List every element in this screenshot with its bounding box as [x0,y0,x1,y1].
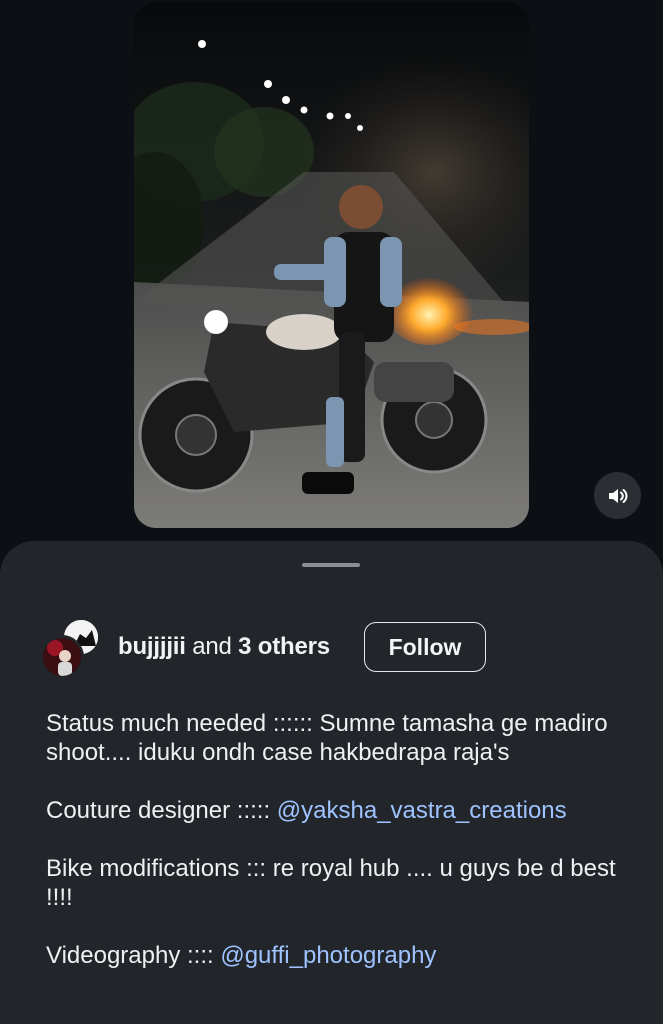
caption-text: Status much needed :::::: Sumne tamasha … [46,710,608,766]
owner-others[interactable]: 3 others [238,633,330,660]
collab-avatars[interactable] [40,617,104,679]
sound-toggle-button[interactable] [594,472,641,519]
drag-handle[interactable] [302,563,360,567]
follow-button[interactable]: Follow [364,622,486,672]
caption-line-status: Status much needed :::::: Sumne tamasha … [46,709,636,767]
caption-text: Videography :::: [46,942,221,969]
owner-join-text: and [192,633,232,660]
caption-line-bike: Bike modifications ::: re royal hub ....… [46,854,636,912]
caption-text: Couture designer ::::: [46,797,277,824]
caption-line-couture: Couture designer ::::: @yaksha_vastra_cr… [46,796,636,825]
caption-text: Bike modifications ::: re royal hub ....… [46,855,616,911]
post-details-sheet: bujjjjii and 3 others Follow Status much… [0,541,663,1024]
speaker-volume-icon [608,488,628,503]
mention-link[interactable]: @yaksha_vastra_creations [277,797,567,824]
post-caption: Status much needed :::::: Sumne tamasha … [46,709,636,999]
reel-video[interactable] [134,2,529,528]
owner-username[interactable]: bujjjjii [118,633,186,660]
mention-link[interactable]: @guffi_photography [220,942,436,969]
reel-video-frame [134,2,529,528]
caption-line-videography: Videography :::: @guffi_photography [46,941,636,970]
avatar-owner [40,635,84,679]
post-owners[interactable]: bujjjjii and 3 others [118,633,330,661]
